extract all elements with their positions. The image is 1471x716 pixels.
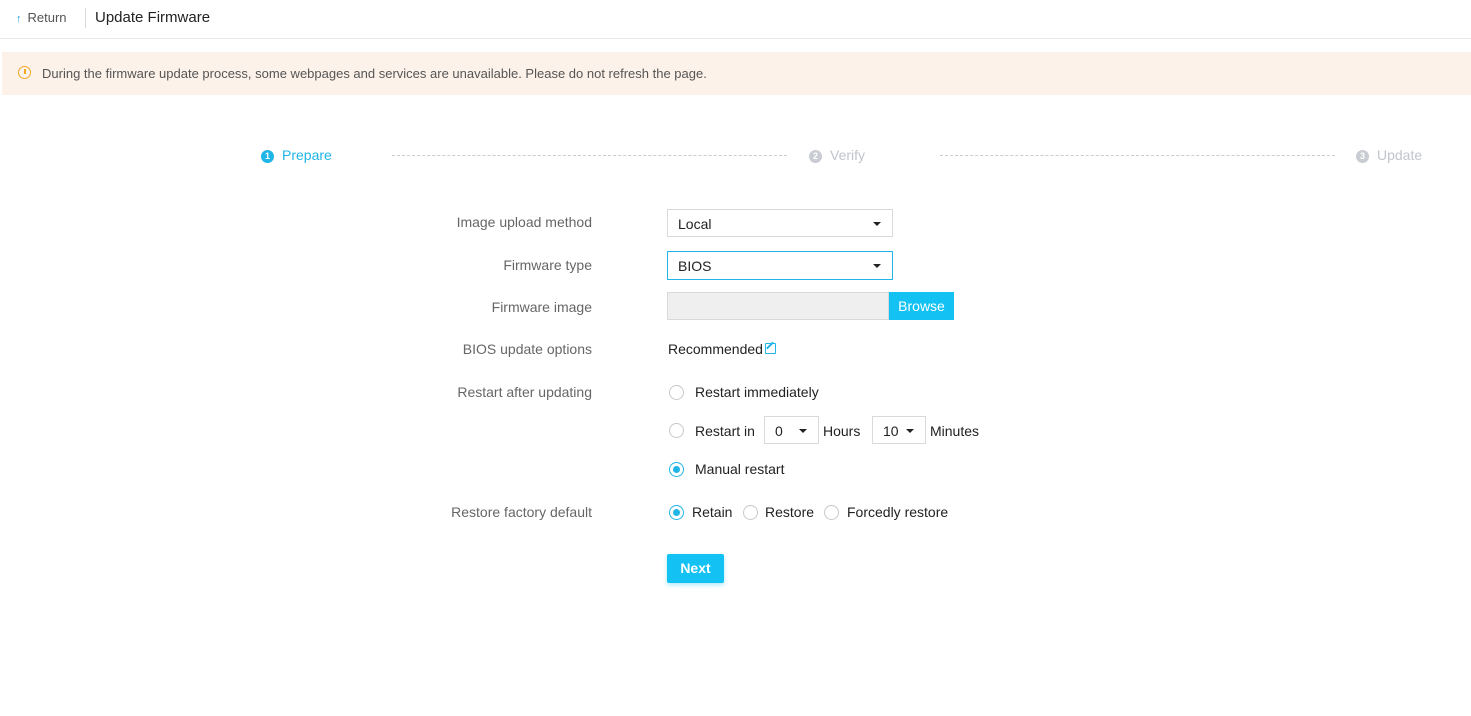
restart-in-radio[interactable] xyxy=(669,423,684,438)
warning-banner: During the firmware update process, some… xyxy=(2,52,1471,95)
step-number: 2 xyxy=(809,150,822,163)
step-number: 3 xyxy=(1356,150,1369,163)
upload-method-select[interactable]: Local xyxy=(667,209,893,237)
warning-text: During the firmware update process, some… xyxy=(42,66,707,81)
firmware-type-label: Firmware type xyxy=(503,257,592,273)
restart-label: Restart after updating xyxy=(457,384,592,400)
page-title: Update Firmware xyxy=(95,9,211,26)
retain-radio[interactable] xyxy=(669,505,684,520)
step-update: 3 Update xyxy=(1356,147,1422,163)
chevron-down-icon xyxy=(906,429,914,433)
step-connector xyxy=(940,155,1335,156)
hours-value: 0 xyxy=(775,423,783,439)
step-number: 1 xyxy=(261,150,274,163)
restore-label: Restore factory default xyxy=(451,504,592,520)
restore-option-label: Restore xyxy=(765,504,815,520)
firmware-type-value: BIOS xyxy=(678,258,712,274)
firmware-type-select[interactable]: BIOS xyxy=(667,251,893,280)
bios-options-value: Recommended xyxy=(668,341,763,357)
forced-restore-radio[interactable] xyxy=(824,505,839,520)
forced-restore-label: Forcedly restore xyxy=(847,504,949,520)
step-prepare: 1 Prepare xyxy=(261,147,332,163)
hours-select[interactable]: 0 xyxy=(764,416,819,444)
edit-icon[interactable] xyxy=(765,343,776,354)
restart-immediately-label: Restart immediately xyxy=(695,384,819,400)
step-verify: 2 Verify xyxy=(809,147,865,163)
retain-label: Retain xyxy=(692,504,733,520)
return-arrow-icon: ↑ xyxy=(16,13,22,25)
top-bar: ↑ Return Update Firmware xyxy=(0,0,1471,39)
chevron-down-icon xyxy=(873,222,881,226)
minutes-value: 10 xyxy=(883,423,899,439)
step-label: Update xyxy=(1377,147,1423,163)
return-link[interactable]: ↑ Return xyxy=(16,10,67,25)
next-button[interactable]: Next xyxy=(667,554,724,583)
restart-immediately-radio[interactable] xyxy=(669,385,684,400)
restore-radio[interactable] xyxy=(743,505,758,520)
step-label: Prepare xyxy=(282,147,332,163)
hours-label: Hours xyxy=(823,423,861,439)
upload-method-value: Local xyxy=(678,216,712,232)
manual-restart-radio[interactable] xyxy=(669,462,684,477)
minutes-label: Minutes xyxy=(930,423,980,439)
step-connector xyxy=(392,155,787,156)
chevron-down-icon xyxy=(799,429,807,433)
restart-in-label: Restart in xyxy=(695,423,755,439)
header-divider xyxy=(85,8,86,28)
bios-options-label: BIOS update options xyxy=(462,341,592,357)
manual-restart-label: Manual restart xyxy=(695,461,785,477)
minutes-select[interactable]: 10 xyxy=(872,416,926,444)
step-label: Verify xyxy=(830,147,866,163)
return-label: Return xyxy=(27,10,67,25)
info-icon xyxy=(18,66,31,79)
browse-button[interactable]: Browse xyxy=(889,292,954,320)
firmware-image-label: Firmware image xyxy=(491,299,592,315)
chevron-down-icon xyxy=(873,264,881,268)
upload-method-label: Image upload method xyxy=(456,214,592,230)
firmware-image-field[interactable] xyxy=(667,292,889,320)
